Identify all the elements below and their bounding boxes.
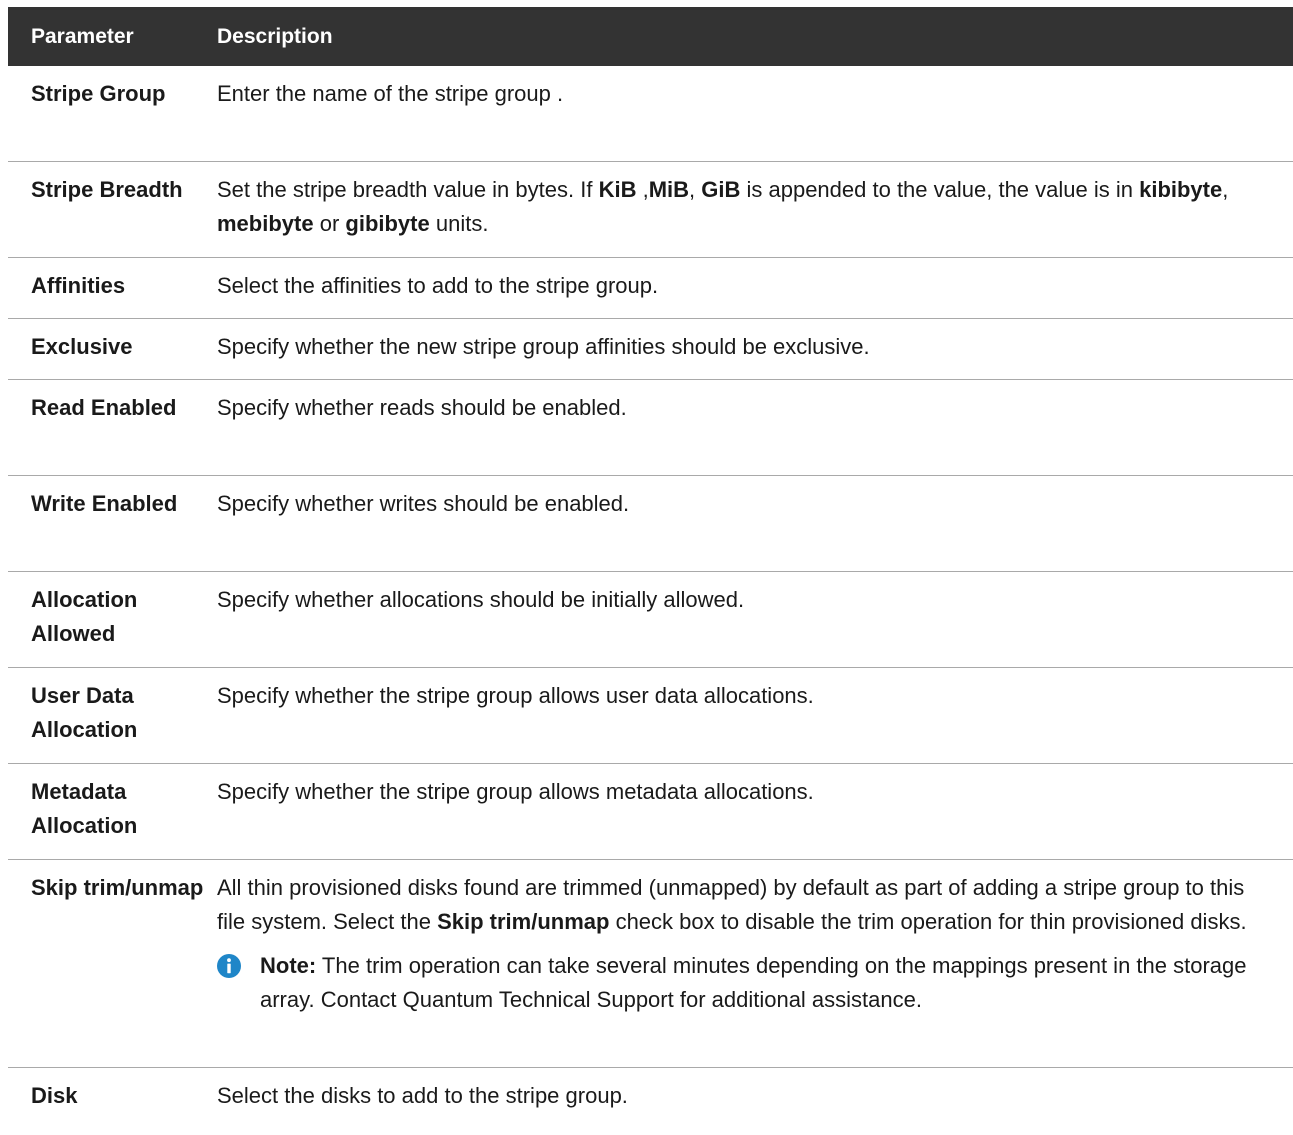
param-name: Allocation Allowed [31, 587, 138, 646]
desc-bold-mebibyte: mebibyte [217, 211, 314, 236]
table-row: Read Enabled Specify whether reads shoul… [8, 380, 1293, 476]
param-name: Metadata Allocation [31, 779, 138, 838]
param-name: Stripe Breadth [31, 177, 183, 202]
param-name: Read Enabled [31, 395, 177, 420]
desc-text: , [689, 177, 702, 202]
param-name: User Data Allocation [31, 683, 138, 742]
param-name: Disk [31, 1083, 78, 1108]
param-description: Set the stripe breadth value in bytes. I… [217, 162, 1293, 257]
param-description: All thin provisioned disks found are tri… [217, 860, 1293, 1067]
table-row: Affinities Select the affinities to add … [8, 258, 1293, 319]
param-name: Stripe Group [31, 81, 166, 106]
param-name: Skip trim/unmap [31, 875, 204, 900]
table-row: Exclusive Specify whether the new stripe… [8, 319, 1293, 380]
desc-text: is appended to the value, the value is i… [740, 177, 1140, 202]
desc-text: , [1222, 177, 1229, 202]
param-description: Specify whether allocations should be in… [217, 587, 745, 612]
param-description: Select the disks to add to the stripe gr… [217, 1083, 628, 1108]
desc-text: or [313, 211, 346, 236]
desc-text: check box to disable the trim operation … [609, 909, 1247, 934]
note-label: Note: [260, 953, 317, 978]
desc-text: , [636, 177, 649, 202]
table-row: Stripe Group Enter the name of the strip… [8, 66, 1293, 162]
header-parameter: Parameter [31, 24, 134, 48]
param-name: Write Enabled [31, 491, 178, 516]
table-row: Skip trim/unmap All thin provisioned dis… [8, 860, 1293, 1068]
note-text: Note: The trim operation can take severa… [260, 949, 1271, 1017]
desc-bold-gib: GiB [701, 177, 741, 202]
param-description: Specify whether reads should be enabled. [217, 395, 627, 420]
desc-text: units. [429, 211, 489, 236]
desc-bold-gibibyte: gibibyte [345, 211, 430, 236]
table-row: Write Enabled Specify whether writes sho… [8, 476, 1293, 572]
param-description: Specify whether the stripe group allows … [217, 779, 814, 804]
table-row: Disk Select the disks to add to the stri… [8, 1068, 1293, 1129]
desc-bold-skip-trim: Skip trim/unmap [437, 909, 610, 934]
info-icon [217, 954, 241, 978]
param-description: Select the affinities to add to the stri… [217, 273, 659, 298]
desc-paragraph: All thin provisioned disks found are tri… [217, 871, 1271, 939]
note-block: Note: The trim operation can take severa… [217, 949, 1271, 1017]
param-name: Affinities [31, 273, 126, 298]
desc-bold-kib: KiB [598, 177, 637, 202]
desc-text: Set the stripe breadth value in bytes. I… [217, 177, 599, 202]
note-body: The trim operation can take several minu… [260, 953, 1247, 1012]
table-header: Parameter Description [8, 7, 1293, 66]
param-name: Exclusive [31, 334, 133, 359]
table-row: Allocation Allowed Specify whether alloc… [8, 572, 1293, 668]
header-description: Description [217, 24, 333, 48]
table-row: Stripe Breadth Set the stripe breadth va… [8, 162, 1293, 258]
parameter-table: Parameter Description Stripe Group Enter… [8, 7, 1293, 1129]
table-row: User Data Allocation Specify whether the… [8, 668, 1293, 764]
param-description: Specify whether the new stripe group aff… [217, 334, 870, 359]
desc-bold-mib: MiB [648, 177, 690, 202]
desc-bold-kibibyte: kibibyte [1139, 177, 1223, 202]
param-description: Specify whether the stripe group allows … [217, 683, 814, 708]
param-description: Specify whether writes should be enabled… [217, 491, 630, 516]
param-description: Enter the name of the stripe group . [217, 81, 564, 106]
table-row: Metadata Allocation Specify whether the … [8, 764, 1293, 860]
